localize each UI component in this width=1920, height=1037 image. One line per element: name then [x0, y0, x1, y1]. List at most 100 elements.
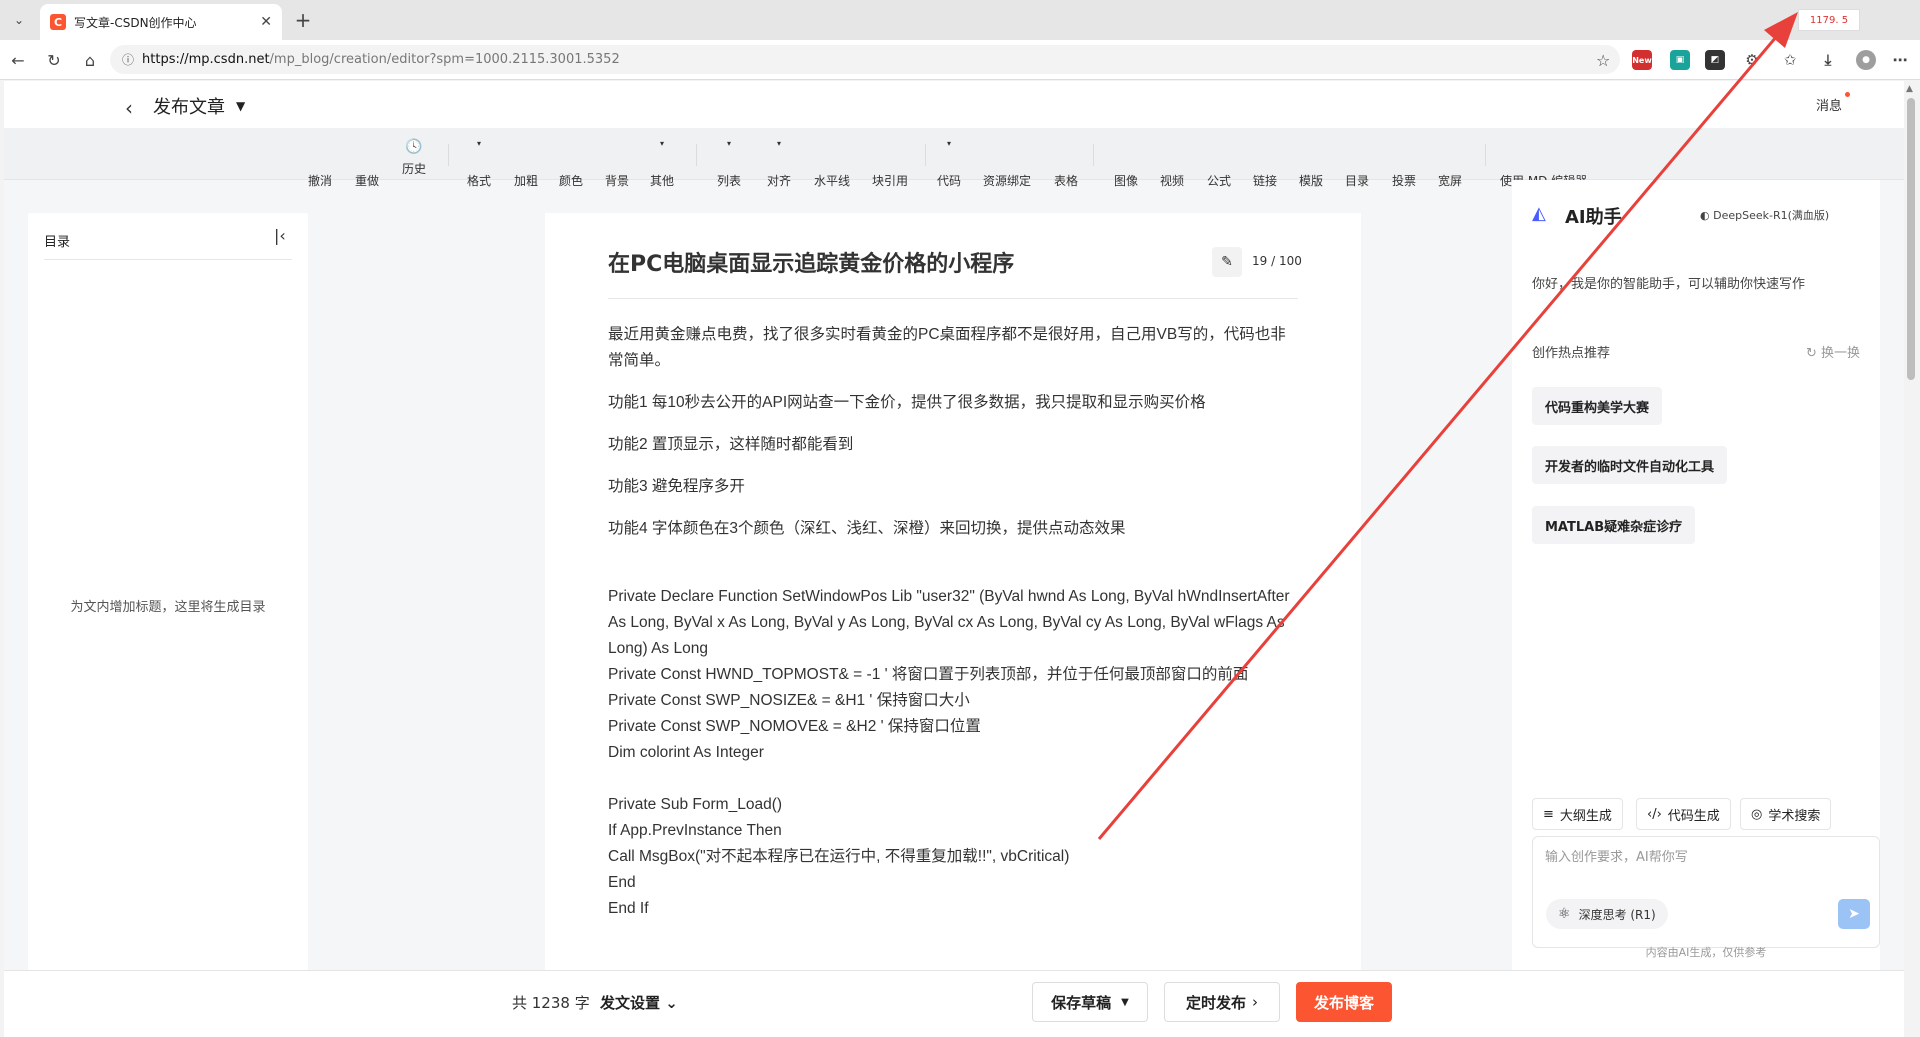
toc-button[interactable]: 目录 [1345, 140, 1369, 189]
code-button[interactable]: ▾ 代码 [937, 140, 961, 189]
link-button[interactable]: 链接 [1253, 140, 1277, 189]
horizontal-rule-button[interactable]: 水平线 [814, 140, 850, 189]
send-icon[interactable]: ➤ [1838, 899, 1870, 929]
editor-header [4, 81, 1904, 128]
downloads-icon[interactable]: ⤓ [1818, 50, 1838, 70]
hot-topic-chip[interactable]: MATLAB疑难杂症诊疗 [1532, 506, 1696, 544]
messages-link[interactable]: 消息 [1816, 95, 1842, 114]
undo-icon [308, 152, 332, 166]
refresh-icon: ↻ [1806, 346, 1822, 361]
code-line[interactable]: Private Const SWP_NOSIZE& = &H1 ' 保持窗口大小 [608, 688, 1298, 714]
extension-new-icon[interactable]: New [1632, 50, 1652, 70]
blockquote-button[interactable]: 块引用 [872, 140, 908, 189]
search-icon: ◎ [1751, 806, 1763, 822]
outline-generate-button[interactable]: ≡ 大纲生成 [1532, 798, 1623, 830]
toolbar-divider [925, 144, 926, 166]
format-button[interactable]: ▾ 格式 [467, 140, 491, 189]
favorites-icon[interactable]: ✩ [1780, 50, 1800, 70]
site-info-icon[interactable]: ⓘ [122, 51, 134, 68]
back-chevron-icon[interactable]: ‹ [125, 96, 133, 120]
code-generate-button[interactable]: ‹/› 代码生成 [1636, 798, 1731, 830]
code-line[interactable]: Call MsgBox("对不起本程序已在运行中, 不得重复加载!!", vbC… [608, 844, 1298, 870]
refresh-topics-button[interactable]: ↻ 换一换 [1806, 342, 1860, 361]
code-block-declarations[interactable]: Private Declare Function SetWindowPos Li… [608, 584, 1298, 766]
extensions-puzzle-icon[interactable]: ⚙ [1742, 50, 1762, 70]
bold-button[interactable]: 加粗 [514, 140, 538, 189]
code-line[interactable]: Dim colorint As Integer [608, 740, 1298, 766]
resource-bind-button[interactable]: 资源绑定 [983, 140, 1031, 189]
scroll-up-icon[interactable]: ▲ [1906, 84, 1913, 94]
code-line[interactable]: Private Const HWND_TOPMOST& = -1 ' 将窗口置于… [608, 662, 1298, 688]
video-button[interactable]: 视频 [1160, 140, 1184, 189]
code-line[interactable]: Private Sub Form_Load() [608, 792, 1298, 818]
image-button[interactable]: 图像 [1114, 140, 1138, 189]
undo-button[interactable]: 撤消 [308, 140, 332, 189]
back-arrow-icon[interactable]: ← [6, 48, 30, 72]
reload-icon[interactable]: ↻ [42, 48, 66, 72]
ai-greeting: 你好，我是你的智能助手，可以辅助你快速写作 [1532, 277, 1806, 292]
body-paragraph[interactable]: 功能3 避免程序多开 [608, 474, 1298, 500]
code-line[interactable]: Private Declare Function SetWindowPos Li… [608, 584, 1298, 662]
home-icon[interactable]: ⌂ [78, 48, 102, 72]
extension-teal-icon[interactable]: ▣ [1670, 50, 1690, 70]
body-paragraph[interactable]: 功能4 字体颜色在3个颜色（深红、浅红、深橙）来回切换，提供点动态效果 [608, 516, 1298, 542]
bookmark-star-icon[interactable]: ☆ [1596, 51, 1610, 70]
align-button[interactable]: ▾ 对齐 [767, 140, 791, 189]
ai-model-selector[interactable]: ◐ DeepSeek-R1(满血版) [1700, 207, 1829, 223]
publish-blog-button[interactable]: 发布博客 [1296, 982, 1392, 1022]
caret-down-icon[interactable]: ▼ [236, 99, 245, 113]
code-line[interactable]: End [608, 870, 1298, 896]
code-line[interactable]: Private Const SWP_NOMOVE& = &H2 ' 保持窗口位置 [608, 714, 1298, 740]
magic-wand-icon[interactable]: ✎ [1212, 247, 1242, 277]
tab-list-chevron-icon[interactable]: ⌄ [6, 8, 32, 32]
other-button[interactable]: ▾ 其他 [650, 140, 674, 189]
title-divider [608, 298, 1298, 299]
scrollbar-thumb[interactable] [1907, 98, 1915, 380]
body-paragraph[interactable]: 功能1 每10秒去公开的API网站查一下金价，提供了很多数据，我只提取和显示购买… [608, 390, 1298, 416]
save-draft-button[interactable]: 保存草稿 ▼ [1032, 982, 1148, 1022]
redo-button[interactable]: 重做 [355, 140, 379, 189]
more-menu-icon[interactable]: ⋯ [1890, 50, 1910, 70]
tab-close-icon[interactable]: ✕ [260, 14, 272, 30]
ai-panel-title: AI助手 [1565, 207, 1622, 228]
browser-tab[interactable]: C 写文章-CSDN创作中心 ✕ [40, 4, 282, 40]
body-paragraph[interactable]: 最近用黄金赚点电费，找了很多实时看黄金的PC桌面程序都不是很好用，自己用VB写的… [608, 322, 1298, 374]
color-button[interactable]: 颜色 [559, 140, 583, 189]
profile-avatar-icon[interactable]: ● [1856, 50, 1876, 70]
widescreen-button[interactable]: 宽屏 [1438, 140, 1462, 189]
hot-topics-label: 创作热点推荐 [1532, 346, 1611, 361]
extension-dark-icon[interactable]: ◩ [1705, 50, 1725, 70]
redo-icon [355, 152, 379, 166]
new-tab-plus-icon[interactable]: + [290, 8, 316, 32]
code-line[interactable]: End If [608, 896, 1298, 922]
toolbar-divider [448, 144, 449, 166]
body-paragraph[interactable]: 功能2 置顶显示，这样随时都能看到 [608, 432, 1298, 458]
page-title[interactable]: 发布文章 [153, 93, 225, 119]
chevron-right-icon: › [1252, 993, 1258, 1011]
deepseek-whale-icon: ◐ [1700, 209, 1714, 222]
toc-panel [28, 213, 308, 970]
list-button[interactable]: ▾ 列表 [717, 140, 741, 189]
table-button[interactable]: 表格 [1054, 140, 1078, 189]
article-body[interactable]: 最近用黄金赚点电费，找了很多实时看黄金的PC桌面程序都不是很好用，自己用VB写的… [608, 322, 1298, 922]
background-button[interactable]: 背景 [605, 140, 629, 189]
template-button[interactable]: 模版 [1299, 140, 1323, 189]
article-title-input[interactable]: 在PC电脑桌面显示追踪黄金价格的小程序 [608, 246, 1014, 278]
message-notification-dot [1845, 92, 1850, 97]
list-icon: ≡ [1543, 806, 1554, 822]
hot-topic-chip[interactable]: 开发者的临时文件自动化工具 [1532, 446, 1728, 484]
title-char-count: 19 / 100 [1252, 254, 1302, 268]
history-button[interactable]: 🕓 历史 [402, 140, 426, 177]
vote-button[interactable]: 投票 [1392, 140, 1416, 189]
deep-think-toggle[interactable]: ⚛ 深度思考 (R1) [1546, 899, 1668, 929]
academic-search-button[interactable]: ◎ 学术搜索 [1740, 798, 1832, 830]
publish-settings-button[interactable]: 发文设置 ⌄ [600, 992, 678, 1013]
url-bar[interactable]: ⓘ https://mp.csdn.net/mp_blog/creation/e… [110, 45, 1620, 74]
hot-topic-chip[interactable]: 代码重构美学大赛 [1532, 387, 1663, 425]
collapse-panel-icon[interactable]: |‹ [274, 226, 286, 245]
scheduled-publish-button[interactable]: 定时发布 › [1164, 982, 1280, 1022]
code-block-form-load[interactable]: Private Sub Form_Load() If App.PrevInsta… [608, 792, 1298, 922]
code-line[interactable]: If App.PrevInstance Then [608, 818, 1298, 844]
formula-button[interactable]: 公式 [1207, 140, 1231, 189]
coordinate-readout: 1179. 5 [1798, 9, 1860, 31]
